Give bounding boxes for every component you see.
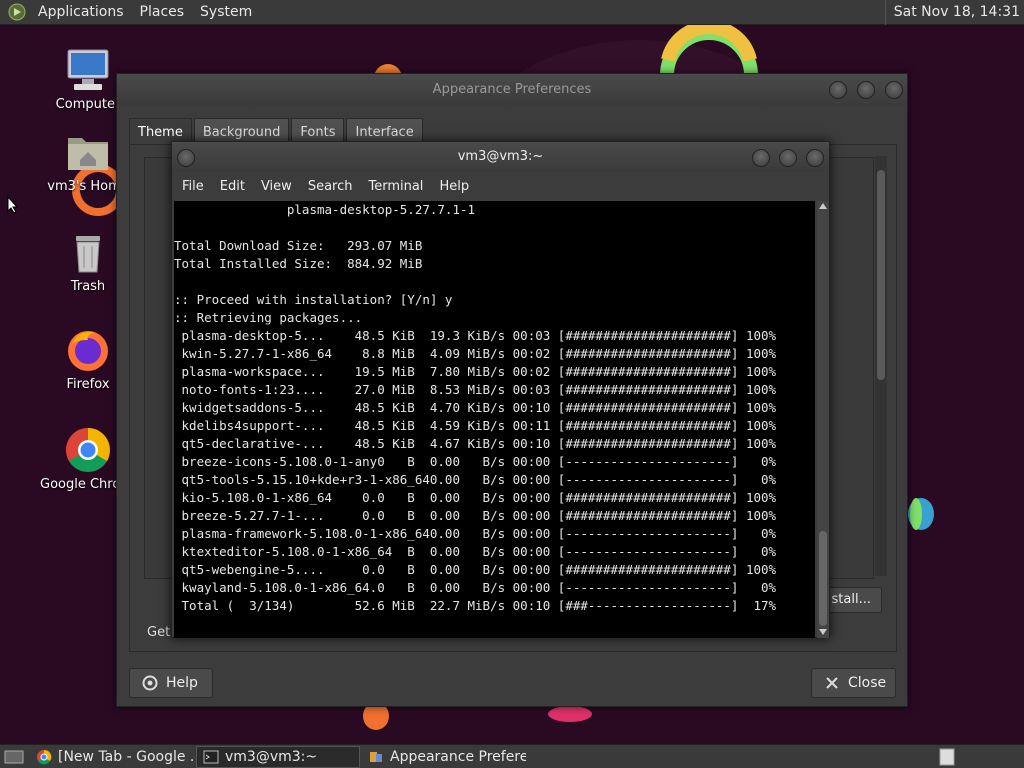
help-button-label: Help <box>166 675 198 691</box>
distro-logo-icon[interactable] <box>8 3 26 21</box>
top-panel: Applications Places System Sat Nov 18, 1… <box>0 0 1024 25</box>
maximize-button[interactable] <box>857 81 875 99</box>
terminal-menu-button[interactable] <box>177 149 195 167</box>
terminal-line: qt5-webengine-5.... 0.0 B 0.00 B/s 00:00… <box>174 562 777 577</box>
mouse-cursor-icon <box>7 196 19 214</box>
close-button[interactable]: Close <box>811 668 896 698</box>
window-close-button[interactable] <box>885 81 903 99</box>
maximize-button[interactable] <box>779 149 797 167</box>
terminal-menu-file[interactable]: File <box>174 179 212 194</box>
terminal-line: kdelibs4support-... 48.5 KiB 4.59 KiB/s … <box>174 418 777 433</box>
terminal-line: breeze-icons-5.108.0-1-any0 B 0.00 B/s 0… <box>174 454 777 469</box>
window-title: Appearance Preferences <box>432 82 592 97</box>
chrome-icon <box>66 428 110 472</box>
terminal-line: qt5-declarative-... 48.5 KiB 4.67 KiB/s … <box>174 436 777 451</box>
menu-applications[interactable]: Applications <box>30 0 132 25</box>
taskbar-item-label: Appearance Prefere... <box>390 748 526 765</box>
terminal-menubar: File Edit View Search Terminal Help <box>172 172 829 201</box>
window-close-button[interactable] <box>806 149 824 167</box>
minimize-button[interactable] <box>829 81 847 99</box>
terminal-menu-view[interactable]: View <box>253 179 300 194</box>
terminal-line: kwidgetsaddons-5... 48.5 KiB 4.70 KiB/s … <box>174 400 777 415</box>
appearance-titlebar[interactable]: Appearance Preferences <box>117 74 907 106</box>
terminal-window: vm3@vm3:~ File Edit View Search Terminal… <box>171 141 830 638</box>
chrome-icon <box>37 749 52 764</box>
help-button[interactable]: Help <box>129 668 213 698</box>
terminal-line: plasma-desktop-5... 48.5 KiB 19.3 KiB/s … <box>174 328 777 343</box>
terminal-line: plasma-desktop-5.27.7.1-1 <box>174 202 476 217</box>
taskbar-item-chrome[interactable]: [New Tab - Google ... <box>30 746 194 768</box>
taskbar-item-appearance[interactable]: Appearance Prefere... <box>362 746 526 768</box>
scroll-up-icon[interactable] <box>819 203 827 209</box>
terminal-line: kwayland-5.108.0-1-x86_64.0 B 0.00 B/s 0… <box>174 580 777 595</box>
terminal-line: :: Retrieving packages... <box>174 310 363 325</box>
terminal-line: kwin-5.27.7-1-x86_64 8.8 MiB 4.09 MiB/s … <box>174 346 777 361</box>
taskbar-item-label: [New Tab - Google ... <box>58 748 194 765</box>
terminal-scrollbar[interactable] <box>817 201 829 638</box>
terminal-title: vm3@vm3:~ <box>457 149 544 164</box>
trash-icon <box>76 236 100 273</box>
show-desktop-icon[interactable] <box>4 749 24 765</box>
bottom-panel: [New Tab - Google ... vm3@vm3:~ Appearan… <box>0 744 1024 768</box>
terminal-line: plasma-workspace... 19.5 MiB 7.80 MiB/s … <box>174 364 777 379</box>
terminal-line: kio-5.108.0-1-x86_64 0.0 B 0.00 B/s 00:0… <box>174 490 777 505</box>
terminal-line: qt5-tools-5.15.10+kde+r3-1-x86_640.00 B/… <box>174 472 777 487</box>
terminal-menu-search[interactable]: Search <box>300 179 361 194</box>
terminal-line: Total Download Size: 293.07 MiB <box>174 238 423 253</box>
menu-system[interactable]: System <box>192 0 260 25</box>
theme-list-scrollbar[interactable] <box>875 156 887 576</box>
minimize-button[interactable] <box>752 149 770 167</box>
close-button-label: Close <box>848 675 887 691</box>
terminal-line: ktexteditor-5.108.0-1-x86_64 B 0.00 B/s … <box>174 544 777 559</box>
get-more-themes-link[interactable]: Get <box>147 625 170 640</box>
terminal-line: Total Installed Size: 884.92 MiB <box>174 256 423 271</box>
terminal-menu-edit[interactable]: Edit <box>212 179 253 194</box>
terminal-output[interactable]: plasma-desktop-5.27.7.1-1 Total Download … <box>174 201 815 638</box>
workspace-switcher-icon[interactable] <box>938 748 956 766</box>
terminal-line: Total ( 3/134) 52.6 MiB 22.7 MiB/s 00:10… <box>174 598 777 613</box>
terminal-line: plasma-framework-5.108.0-1-x86_640.00 B/… <box>174 526 777 541</box>
help-icon <box>142 675 158 691</box>
firefox-icon <box>68 331 108 371</box>
terminal-line: breeze-5.27.7-1-... 0.0 B 0.00 B/s 00:00… <box>174 508 777 523</box>
terminal-menu-terminal[interactable]: Terminal <box>360 179 431 194</box>
install-button[interactable]: stall... <box>827 587 882 613</box>
terminal-titlebar[interactable]: vm3@vm3:~ <box>172 142 829 172</box>
close-icon <box>826 677 838 689</box>
scroll-down-icon[interactable] <box>819 629 827 635</box>
menu-places[interactable]: Places <box>132 0 193 25</box>
terminal-line: noto-fonts-1:23.... 27.0 MiB 8.53 MiB/s … <box>174 382 777 397</box>
taskbar-item-terminal[interactable]: vm3@vm3:~ <box>196 745 360 768</box>
terminal-icon <box>203 750 219 763</box>
terminal-menu-help[interactable]: Help <box>431 179 477 194</box>
home-folder-icon <box>68 138 108 170</box>
terminal-line: :: Proceed with installation? [Y/n] y <box>174 292 453 307</box>
taskbar-item-label: vm3@vm3:~ <box>225 748 318 765</box>
appearance-icon <box>370 751 382 762</box>
computer-icon <box>67 49 109 90</box>
clock[interactable]: Sat Nov 18, 14:31 <box>884 0 1020 25</box>
